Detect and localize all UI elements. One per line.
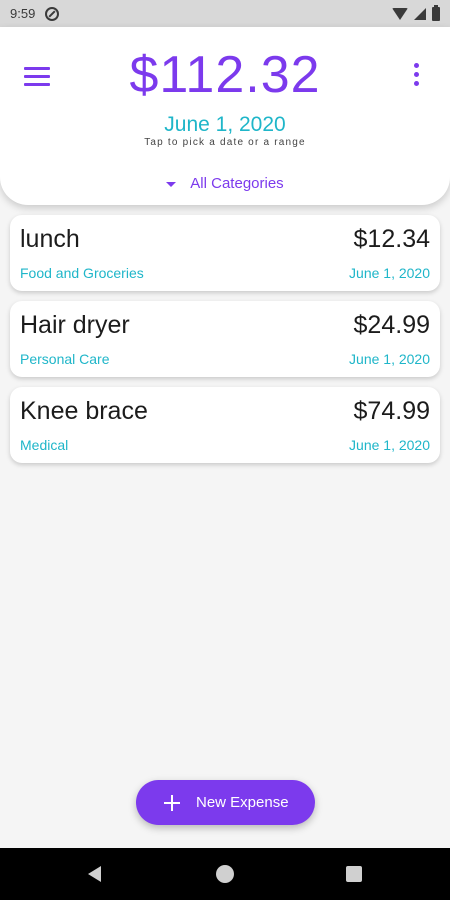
- expense-name: lunch: [20, 225, 80, 253]
- expense-amount: $74.99: [353, 397, 430, 425]
- expense-amount: $12.34: [353, 225, 430, 253]
- wifi-icon: [392, 7, 408, 20]
- do-not-disturb-icon: [45, 6, 60, 21]
- summary-header: $112.32 June 1, 2020 Tap to pick a date …: [0, 27, 450, 205]
- navigation-bar: [0, 848, 450, 900]
- status-bar: 9:59: [0, 0, 450, 27]
- new-expense-label: New Expense: [196, 794, 289, 811]
- expense-category: Medical: [20, 437, 69, 453]
- signal-icon: [414, 7, 426, 20]
- expense-date: June 1, 2020: [349, 437, 430, 453]
- expense-amount: $24.99: [353, 311, 430, 339]
- expense-card[interactable]: lunch $12.34 Food and Groceries June 1, …: [10, 215, 440, 291]
- expense-card[interactable]: Knee brace $74.99 Medical June 1, 2020: [10, 387, 440, 463]
- category-filter-label: All Categories: [190, 175, 284, 192]
- expense-category: Food and Groceries: [20, 265, 144, 281]
- new-expense-button[interactable]: New Expense: [136, 780, 315, 825]
- expense-date: June 1, 2020: [349, 265, 430, 281]
- expense-card[interactable]: Hair dryer $24.99 Personal Care June 1, …: [10, 301, 440, 377]
- category-filter[interactable]: All Categories: [0, 175, 450, 192]
- status-icons: [392, 4, 440, 21]
- status-time: 9:59: [10, 6, 36, 21]
- date-picker[interactable]: June 1, 2020: [0, 113, 450, 137]
- expense-name: Hair dryer: [20, 311, 130, 339]
- expense-name: Knee brace: [20, 397, 148, 425]
- battery-icon: [432, 4, 440, 21]
- expense-list: lunch $12.34 Food and Groceries June 1, …: [10, 215, 440, 473]
- date-hint: Tap to pick a date or a range: [144, 137, 306, 148]
- total-amount: $112.32: [129, 46, 321, 104]
- expense-date: June 1, 2020: [349, 351, 430, 367]
- expense-category: Personal Care: [20, 351, 110, 367]
- caret-down-icon: [166, 181, 177, 187]
- home-icon[interactable]: [216, 865, 234, 883]
- recents-icon[interactable]: [346, 866, 362, 882]
- more-vert-icon[interactable]: [412, 63, 420, 87]
- plus-icon: [164, 794, 180, 811]
- back-icon[interactable]: [88, 866, 101, 882]
